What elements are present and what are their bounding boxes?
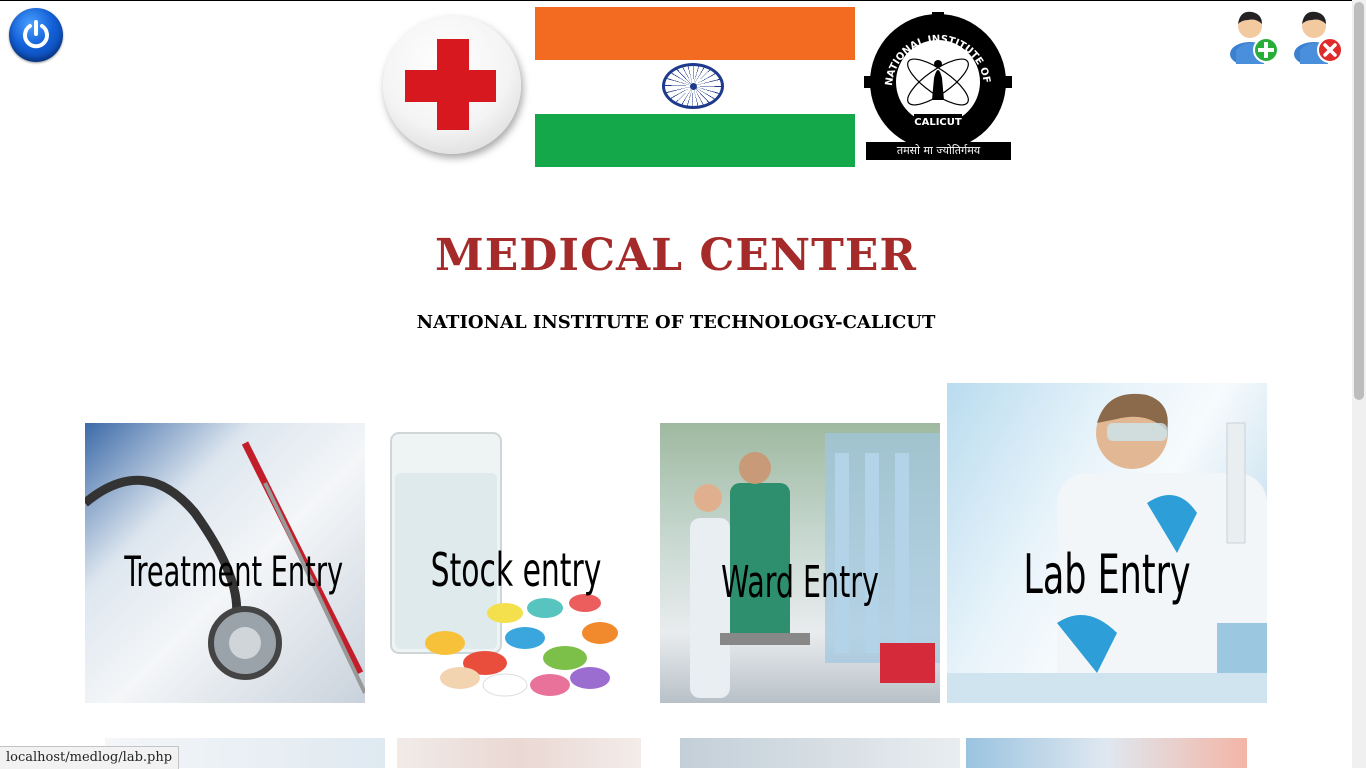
status-bar-url: localhost/medlog/lab.php <box>0 746 180 769</box>
scrollbar-thumb[interactable] <box>1354 2 1364 400</box>
vertical-scrollbar[interactable] <box>1352 0 1366 768</box>
nit-logo-city: CALICUT <box>914 117 962 128</box>
top-border <box>0 0 1366 1</box>
power-button[interactable] <box>9 8 63 62</box>
lab-entry-tile[interactable]: Lab Entry <box>947 383 1267 703</box>
nit-motto: तमसो मा ज्योतिर्गमय <box>866 142 1011 160</box>
remove-user-icon <box>1294 11 1343 66</box>
tile-row2-4[interactable] <box>966 738 1247 768</box>
add-user-button[interactable] <box>1226 6 1282 66</box>
india-flag-image <box>535 7 855 167</box>
stock-entry-tile[interactable]: Stock entry <box>385 423 647 703</box>
page-title: MEDICAL CENTER <box>434 230 917 281</box>
power-icon <box>23 20 49 49</box>
page-subtitle: NATIONAL INSTITUTE OF TECHNOLOGY-CALICUT <box>416 312 936 333</box>
tile-label: Treatment Entry <box>124 547 344 596</box>
tile-label: Lab Entry <box>1023 543 1191 606</box>
tile-row2-2[interactable] <box>397 738 641 768</box>
treatment-entry-tile[interactable]: Treatment Entry <box>85 423 365 703</box>
tile-label: Ward Entry <box>721 557 879 608</box>
tile-row2-3[interactable] <box>680 738 960 768</box>
add-user-icon <box>1230 11 1279 66</box>
red-cross-logo <box>383 16 521 154</box>
remove-user-button[interactable] <box>1290 6 1346 66</box>
tile-label: Stock entry <box>430 543 602 597</box>
ward-entry-tile[interactable]: Ward Entry <box>660 423 940 703</box>
ashoka-chakra-icon <box>662 63 724 109</box>
